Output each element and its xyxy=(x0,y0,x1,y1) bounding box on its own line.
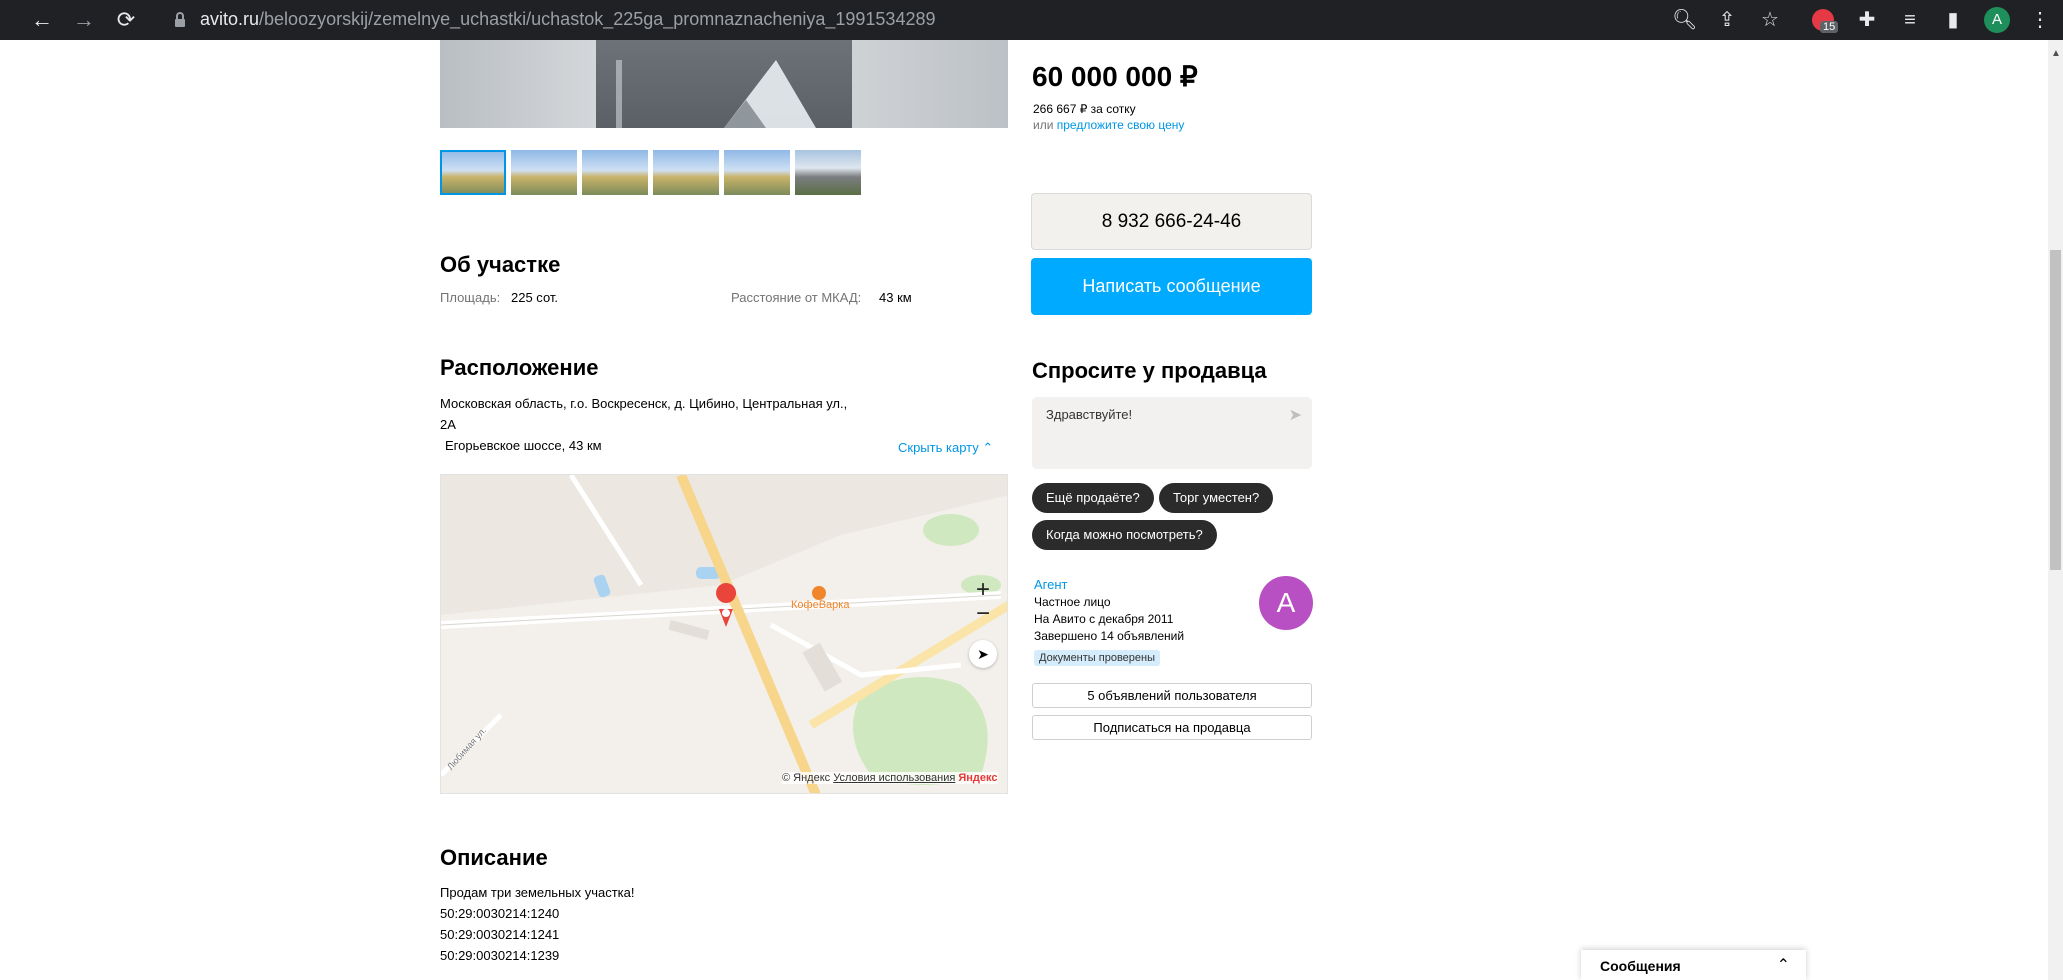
gallery-thumbnail[interactable] xyxy=(724,150,790,195)
extension-badge: 15 xyxy=(1820,21,1839,33)
show-phone-button[interactable]: 8 932 666-24-46 xyxy=(1031,193,1312,250)
area-value: 225 сот. xyxy=(511,290,559,305)
map-footer: © Яндекс Условия использования Яндекс xyxy=(782,772,998,784)
zoom-out-button[interactable]: − xyxy=(969,600,997,628)
gallery-next-image xyxy=(852,40,1008,128)
description-title: Описание xyxy=(440,845,548,870)
gallery-thumbnail[interactable] xyxy=(440,150,506,195)
side-panel-icon[interactable]: ▮ xyxy=(1941,8,1965,32)
seller-type: Частное лицо xyxy=(1034,595,1111,609)
send-icon[interactable]: ➤ xyxy=(1289,405,1302,425)
geolocation-icon[interactable]: ➤ xyxy=(969,640,997,668)
seller-listings-button[interactable]: 5 объявлений пользователя xyxy=(1032,683,1312,708)
subscribe-seller-button[interactable]: Подписаться на продавца xyxy=(1032,715,1312,740)
back-icon[interactable]: ← xyxy=(28,6,56,34)
browser-toolbar: ← → ⟳ avito.ru/beloozyorskij/zemelnye_uc… xyxy=(0,0,2063,40)
photo-gallery-main[interactable] xyxy=(440,40,1008,128)
write-message-button[interactable]: Написать сообщение xyxy=(1031,258,1312,315)
zoom-icon[interactable]: 🔍︎ xyxy=(1672,8,1697,32)
lock-icon xyxy=(175,12,185,27)
road-photo xyxy=(616,60,816,128)
map-poi-label[interactable]: КофеВарка xyxy=(791,599,849,611)
location-title: Расположение xyxy=(440,355,599,380)
quick-question-chip[interactable]: Когда можно посмотреть? xyxy=(1032,520,1217,550)
seller-since: На Авито с декабря 2011 xyxy=(1034,612,1174,626)
description-line: 50:29:0030214:1239 xyxy=(440,948,560,963)
gallery-current-image xyxy=(596,40,852,128)
distance-label: Расстояние от МКАД: xyxy=(731,290,862,305)
seller-completed: Завершено 14 объявлений xyxy=(1034,629,1185,643)
map-copyright: © Яндекс xyxy=(782,772,831,784)
page-scrollbar[interactable]: ▲ xyxy=(2048,40,2063,980)
seller-avatar[interactable]: A xyxy=(1259,576,1313,630)
documents-verified-badge: Документы проверены xyxy=(1034,650,1161,666)
map-terms-link[interactable]: Условия использования xyxy=(833,772,955,784)
ask-input-text: Здравствуйте! xyxy=(1046,407,1133,422)
listing-price: 60 000 000 ₽ xyxy=(1032,61,1198,92)
seller-name-link[interactable]: Агент xyxy=(1034,577,1068,592)
gallery-prev-image xyxy=(440,40,596,128)
area-label: Площадь: xyxy=(440,290,501,305)
messages-label: Сообщения xyxy=(1600,958,1681,974)
offer-price-link[interactable]: предложите свою цену xyxy=(1057,118,1185,132)
chevron-up-icon: ⌃ xyxy=(1776,957,1790,974)
ask-seller-input[interactable]: Здравствуйте! ➤ xyxy=(1032,397,1312,469)
forward-icon[interactable]: → xyxy=(70,6,98,34)
reload-icon[interactable]: ⟳ xyxy=(112,6,140,34)
bookmark-star-icon[interactable]: ☆ xyxy=(1758,8,1782,32)
menu-kebab-icon[interactable]: ⋮ xyxy=(2028,8,2052,32)
gallery-thumbnail[interactable] xyxy=(653,150,719,195)
url-domain: avito.ru xyxy=(200,9,260,29)
chevron-up-icon: ⌃ xyxy=(982,440,994,455)
messages-panel-tab[interactable]: Сообщения ⌃ xyxy=(1581,950,1806,980)
address-line-2: 2А xyxy=(440,417,456,432)
gallery-thumbnail[interactable] xyxy=(582,150,648,195)
address-line-1: Московская область, г.о. Воскресенск, д.… xyxy=(440,396,848,411)
map-zoom-control: + − xyxy=(969,576,997,632)
gallery-thumbnail[interactable] xyxy=(795,150,861,195)
extensions-puzzle-icon[interactable]: ✚ xyxy=(1855,8,1879,32)
gallery-thumbnail[interactable] xyxy=(511,150,577,195)
offer-prefix: или xyxy=(1033,118,1057,132)
ask-seller-title: Спросите у продавца xyxy=(1032,358,1267,383)
share-icon[interactable]: ⇪ xyxy=(1715,8,1739,32)
address-bar[interactable]: avito.ru/beloozyorskij/zemelnye_uchastki… xyxy=(200,9,936,30)
scroll-thumb[interactable] xyxy=(2050,250,2061,570)
quick-question-chip[interactable]: Ещё продаёте? xyxy=(1032,483,1154,513)
media-icon[interactable]: ≡ xyxy=(1898,8,1922,32)
quick-question-chip[interactable]: Торг уместен? xyxy=(1159,483,1274,513)
hide-map-link[interactable]: Скрыть карту ⌃ xyxy=(898,440,993,456)
map-brand-logo[interactable]: Яндекс xyxy=(958,772,997,784)
price-per-unit: 266 667 ₽ за сотку xyxy=(1033,102,1136,116)
profile-avatar[interactable]: A xyxy=(1984,7,2010,33)
description-line: 50:29:0030214:1240 xyxy=(440,906,560,921)
description-line: 50:29:0030214:1241 xyxy=(440,927,560,942)
scroll-up-icon[interactable]: ▲ xyxy=(2051,48,2061,59)
map-canvas xyxy=(441,475,1007,793)
location-map[interactable]: КофеВарка Любимая ул. xyxy=(440,474,1008,794)
gallery-thumbnails xyxy=(440,150,861,195)
distance-value: 43 км xyxy=(879,290,912,305)
about-title: Об участке xyxy=(440,252,561,277)
url-path: /beloozyorskij/zemelnye_uchastki/uchasto… xyxy=(259,9,936,29)
hide-map-label: Скрыть карту xyxy=(898,440,979,455)
highway-distance: Егорьевское шоссе, 43 км xyxy=(445,438,602,453)
description-line: Продам три земельных участка! xyxy=(440,885,635,900)
